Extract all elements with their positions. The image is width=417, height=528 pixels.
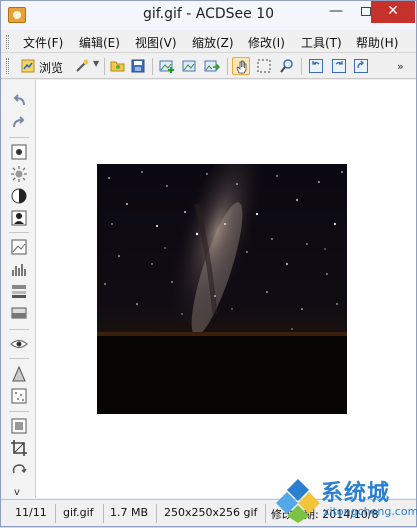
grayscale-icon[interactable] bbox=[10, 304, 28, 322]
noise-icon[interactable] bbox=[10, 387, 28, 405]
title-bar: gif.gif - ACDSee 10 — ✕ bbox=[1, 1, 416, 30]
levels-icon[interactable] bbox=[10, 260, 28, 278]
leftbar-separator bbox=[9, 329, 29, 330]
menu-view[interactable]: 视图(V) bbox=[135, 34, 177, 51]
wand-icon[interactable] bbox=[73, 57, 91, 75]
crop-icon[interactable] bbox=[10, 439, 28, 457]
toolbar-separator bbox=[152, 58, 153, 75]
sun-icon[interactable] bbox=[10, 165, 28, 183]
wand-dropdown-icon[interactable]: ▼ bbox=[93, 59, 99, 68]
menu-tools[interactable]: 工具(T) bbox=[301, 34, 342, 51]
hand-tool-icon[interactable] bbox=[232, 57, 250, 75]
toolbar-separator bbox=[104, 58, 105, 75]
menubar-grip[interactable] bbox=[6, 35, 9, 49]
image-dimensions: 250x250x256 gif bbox=[164, 506, 258, 519]
previous-image-icon[interactable] bbox=[307, 57, 325, 75]
redo-icon[interactable] bbox=[10, 114, 28, 132]
contrast-icon[interactable] bbox=[10, 187, 28, 205]
close-button[interactable]: ✕ bbox=[371, 1, 415, 23]
export-image-icon[interactable] bbox=[203, 57, 221, 75]
leftbar-overflow-icon[interactable]: v bbox=[14, 487, 20, 498]
next-image-icon[interactable] bbox=[330, 57, 348, 75]
slideshow-icon[interactable] bbox=[180, 57, 198, 75]
open-folder-icon[interactable] bbox=[109, 57, 127, 75]
leftbar-separator bbox=[9, 232, 29, 233]
color-balance-icon[interactable] bbox=[10, 282, 28, 300]
milky-way-photo bbox=[97, 164, 347, 414]
file-size: 1.7 MB bbox=[110, 506, 149, 519]
menu-file[interactable]: 文件(F) bbox=[23, 34, 63, 51]
menu-bar: 文件(F) 编辑(E) 视图(V) 缩放(Z) 修改(I) 工具(T) 帮助(H… bbox=[1, 31, 416, 53]
select-tool-icon[interactable] bbox=[255, 57, 273, 75]
leftbar-separator bbox=[9, 137, 29, 138]
file-name: gif.gif bbox=[63, 506, 94, 519]
menu-help[interactable]: 帮助(H) bbox=[356, 34, 398, 51]
eye-icon[interactable] bbox=[10, 335, 28, 353]
minimize-button[interactable]: — bbox=[319, 1, 353, 23]
app-window: gif.gif - ACDSee 10 — ✕ 文件(F) 编辑(E) 视图(V… bbox=[0, 0, 417, 527]
watermark-text: 系统城 bbox=[321, 481, 391, 506]
toolbar-separator bbox=[227, 58, 228, 75]
browse-icon[interactable] bbox=[19, 57, 37, 75]
red-eye-icon[interactable] bbox=[10, 209, 28, 227]
browse-label[interactable]: 浏览 bbox=[39, 59, 63, 76]
toolbar: 浏览 ▼ » bbox=[1, 54, 416, 79]
leftbar-separator bbox=[9, 411, 29, 412]
status-divider bbox=[55, 504, 56, 523]
adjust-image-icon[interactable] bbox=[10, 238, 28, 256]
status-divider bbox=[103, 504, 104, 523]
site-watermark: 系统城 xitongcheng.com bbox=[273, 471, 417, 528]
menu-modify[interactable]: 修改(I) bbox=[248, 34, 285, 51]
sharpen-icon[interactable] bbox=[10, 365, 28, 383]
toolbar-overflow-icon[interactable]: » bbox=[397, 60, 404, 73]
toolbar-grip[interactable] bbox=[6, 58, 9, 74]
maximize-icon bbox=[361, 7, 371, 16]
rotate-tool-icon[interactable] bbox=[10, 461, 28, 479]
watermark-logo-icon bbox=[276, 479, 320, 523]
rotate-icon[interactable] bbox=[352, 57, 370, 75]
add-image-icon[interactable] bbox=[158, 57, 176, 75]
left-toolbar: v bbox=[1, 80, 36, 498]
undo-icon[interactable] bbox=[10, 92, 28, 110]
toolbar-separator bbox=[301, 58, 302, 75]
save-icon[interactable] bbox=[129, 57, 147, 75]
image-index: 11/11 bbox=[15, 506, 47, 519]
auto-exposure-icon[interactable] bbox=[10, 143, 28, 161]
resize-icon[interactable] bbox=[10, 417, 28, 435]
leftbar-separator bbox=[9, 358, 29, 359]
status-divider bbox=[265, 504, 266, 523]
menu-edit[interactable]: 编辑(E) bbox=[79, 34, 120, 51]
menu-zoom[interactable]: 缩放(Z) bbox=[192, 34, 234, 51]
watermark-url: xitongcheng.com bbox=[323, 505, 417, 518]
zoom-tool-icon[interactable] bbox=[278, 57, 296, 75]
image-viewer[interactable] bbox=[36, 80, 416, 498]
status-divider bbox=[156, 504, 157, 523]
